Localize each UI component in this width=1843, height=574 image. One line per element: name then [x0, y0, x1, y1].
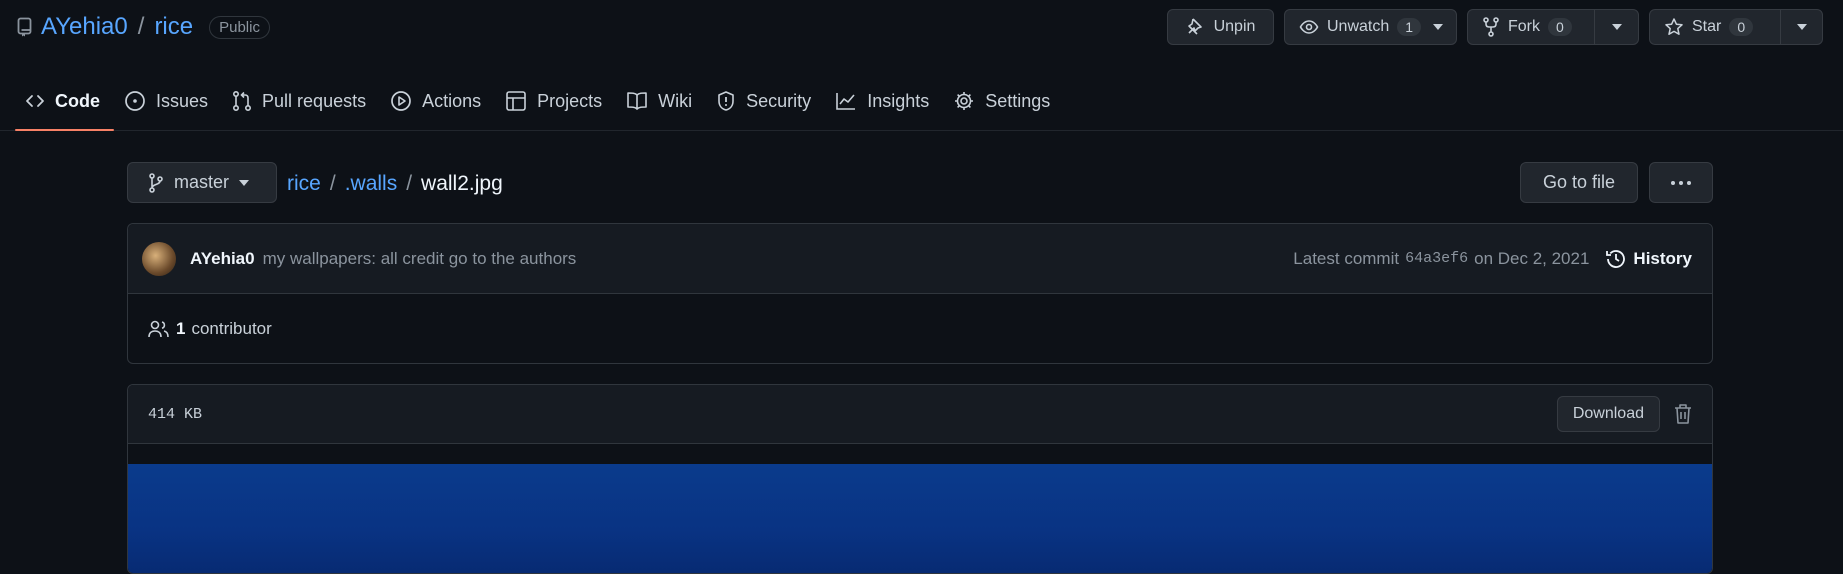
repo-title-separator: / — [137, 13, 145, 40]
contributors-label: contributor — [191, 319, 272, 338]
latest-commit-row: AYehia0 my wallpapers: all credit go to … — [128, 224, 1712, 294]
issue-icon — [124, 90, 146, 112]
breadcrumb: rice / .walls / wall2.jpg — [287, 172, 503, 196]
eye-icon — [1299, 17, 1319, 37]
chevron-down-icon — [1796, 24, 1807, 30]
tab-label: Projects — [537, 90, 603, 111]
tab-label: Settings — [985, 90, 1051, 111]
repo-icon — [17, 17, 33, 37]
pin-icon — [1186, 17, 1206, 37]
tab-label: Security — [746, 90, 812, 111]
pull-request-icon — [232, 90, 252, 112]
tab-pull-requests[interactable]: Pull requests — [222, 78, 380, 124]
tab-projects[interactable]: Projects — [495, 78, 616, 124]
fork-icon — [1482, 17, 1500, 37]
tab-issues[interactable]: Issues — [114, 78, 222, 124]
star-dropdown-button[interactable] — [1780, 10, 1822, 44]
graph-icon — [835, 91, 857, 111]
repo-name-link[interactable]: rice — [154, 13, 193, 41]
trash-icon[interactable] — [1674, 403, 1692, 425]
file-viewer: 414 KB Download — [127, 384, 1713, 574]
fork-button[interactable]: Fork 0 — [1468, 10, 1594, 44]
watch-count: 1 — [1397, 18, 1422, 36]
book-icon — [626, 91, 648, 111]
breadcrumb-separator: / — [329, 172, 336, 195]
breadcrumb-file: wall2.jpg — [421, 172, 503, 195]
tab-code[interactable]: Code — [15, 78, 114, 131]
repo-header: AYehia0 / rice Public Unpin Unwatch 1 Fo… — [0, 0, 1843, 131]
star-label: Star — [1692, 18, 1722, 35]
chevron-down-icon — [1433, 24, 1444, 30]
tab-label: Pull requests — [262, 90, 367, 111]
table-icon — [505, 90, 527, 112]
star-button[interactable]: Star 0 — [1650, 10, 1780, 44]
chevron-down-icon — [239, 179, 250, 186]
go-to-file-button[interactable]: Go to file — [1520, 162, 1638, 203]
branch-selector[interactable]: master — [127, 162, 277, 203]
star-button-group: Star 0 — [1649, 9, 1823, 45]
gear-icon — [953, 90, 975, 112]
more-options-button[interactable] — [1649, 162, 1713, 203]
play-icon — [390, 90, 412, 112]
commit-box: AYehia0 my wallpapers: all credit go to … — [127, 223, 1713, 364]
tab-label: Issues — [156, 90, 209, 111]
commit-sha[interactable]: 64a3ef6 — [1405, 250, 1468, 267]
history-label: History — [1633, 248, 1692, 268]
repo-owner-link[interactable]: AYehia0 — [41, 13, 128, 41]
chevron-down-icon — [1611, 24, 1622, 30]
file-header: 414 KB Download — [128, 385, 1712, 444]
fork-dropdown-button[interactable] — [1594, 10, 1638, 44]
tab-wiki[interactable]: Wiki — [616, 78, 706, 124]
breadcrumb-repo[interactable]: rice — [287, 172, 321, 196]
breadcrumb-folder[interactable]: .walls — [345, 172, 398, 196]
shield-icon — [716, 90, 736, 112]
repo-actions: Unpin Unwatch 1 Fork 0 Star 0 — [1167, 9, 1823, 45]
unwatch-button[interactable]: Unwatch 1 — [1284, 9, 1457, 45]
image-preview — [128, 444, 1712, 573]
commit-date: on Dec 2, 2021 — [1474, 248, 1590, 268]
branch-name: master — [174, 172, 230, 192]
tab-label: Insights — [867, 90, 930, 111]
code-icon — [25, 91, 45, 111]
history-icon — [1605, 248, 1627, 270]
fork-button-group: Fork 0 — [1467, 9, 1639, 45]
fork-count: 0 — [1548, 18, 1572, 36]
avatar[interactable] — [142, 241, 176, 276]
breadcrumb-separator: / — [406, 172, 413, 195]
tab-actions[interactable]: Actions — [380, 78, 495, 124]
latest-commit-label: Latest commit — [1293, 248, 1400, 268]
contributors-row[interactable]: 1 contributor — [128, 294, 1712, 364]
tab-label: Wiki — [658, 90, 693, 111]
fork-label: Fork — [1508, 18, 1540, 35]
people-icon — [148, 319, 170, 339]
visibility-badge: Public — [209, 15, 270, 39]
download-button[interactable]: Download — [1556, 396, 1660, 432]
tab-label: Code — [55, 90, 100, 111]
tab-label: Actions — [422, 90, 482, 111]
commit-message[interactable]: my wallpapers: all credit go to the auth… — [263, 249, 577, 269]
tab-security[interactable]: Security — [706, 78, 825, 124]
commit-meta: Latest commit 64a3ef6 on Dec 2, 2021 — [1293, 249, 1589, 269]
branch-icon — [148, 172, 164, 193]
unwatch-label: Unwatch — [1327, 18, 1390, 35]
unpin-label: Unpin — [1213, 18, 1256, 35]
commit-author[interactable]: AYehia0 — [190, 249, 255, 269]
tab-insights[interactable]: Insights — [825, 78, 943, 124]
star-icon — [1664, 17, 1684, 37]
repo-title: AYehia0 / rice Public — [17, 12, 270, 42]
tab-settings[interactable]: Settings — [943, 78, 1064, 124]
file-size: 414 KB — [148, 405, 203, 423]
history-link[interactable]: History — [1605, 248, 1692, 270]
kebab-horizontal-icon — [1670, 180, 1692, 186]
unpin-button[interactable]: Unpin — [1167, 9, 1274, 45]
star-count: 0 — [1729, 18, 1754, 36]
repo-tabs: Code Issues Pull requests Actions Projec… — [15, 78, 1064, 131]
contributors-count: 1 — [176, 319, 186, 338]
